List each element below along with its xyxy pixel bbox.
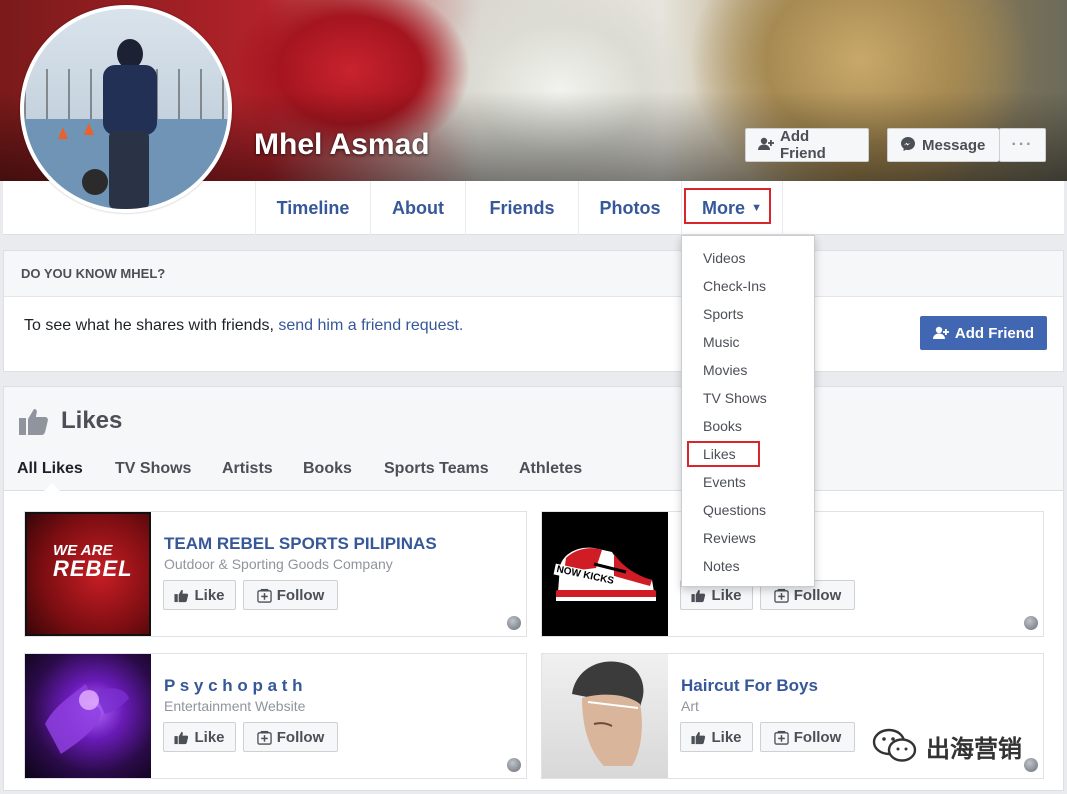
page-thumbnail[interactable] [542, 654, 668, 778]
page-category: Art [681, 698, 699, 714]
add-friend-button[interactable]: Add Friend [745, 128, 869, 162]
follow-icon [774, 730, 789, 745]
globe-icon [507, 616, 521, 630]
watermark-text: 出海营销 [926, 735, 1022, 763]
likes-tab-athletes[interactable]: Athletes [519, 460, 582, 478]
ellipsis-icon: ··· [1011, 136, 1034, 153]
menu-item-sports[interactable]: Sports [703, 306, 743, 322]
likes-tab-tv-shows[interactable]: TV Shows [115, 460, 191, 478]
likes-tab-books[interactable]: Books [303, 460, 352, 478]
thumbs-up-icon [174, 589, 189, 602]
add-friend-label: Add Friend [780, 128, 826, 162]
page-name[interactable]: TEAM REBEL SPORTS PILIPINAS [164, 534, 437, 554]
thumbs-up-icon [174, 731, 189, 744]
globe-icon [507, 758, 521, 772]
menu-item-questions[interactable]: Questions [703, 502, 766, 518]
page-thumbnail[interactable] [25, 654, 151, 778]
menu-item-check-ins[interactable]: Check-Ins [703, 278, 766, 294]
tab-friends[interactable]: Friends [465, 181, 578, 235]
page-thumbnail[interactable]: WE ARE REBEL [25, 512, 151, 636]
know-card: DO YOU KNOW MHEL? To see what he shares … [3, 250, 1064, 372]
tab-timeline[interactable]: Timeline [255, 181, 370, 235]
follow-button[interactable]: Follow [243, 722, 338, 752]
menu-item-reviews[interactable]: Reviews [703, 530, 756, 546]
likes-header: Likes All Likes TV Shows Artists Books S… [4, 387, 1063, 491]
message-label: Message [922, 136, 986, 154]
know-heading: DO YOU KNOW MHEL? [4, 251, 1063, 297]
menu-item-videos[interactable]: Videos [703, 250, 746, 266]
menu-item-movies[interactable]: Movies [703, 362, 747, 378]
globe-icon [1024, 758, 1038, 772]
likes-tab-all[interactable]: All Likes [17, 460, 83, 478]
thumbs-up-icon [691, 731, 706, 744]
page-name[interactable]: Haircut For Boys [681, 676, 818, 696]
like-card: P s y c h o p a t h Entertainment Websit… [24, 653, 527, 779]
wechat-icon [872, 728, 917, 762]
know-text: To see what he shares with friends, send… [24, 317, 463, 335]
menu-item-books[interactable]: Books [703, 418, 742, 434]
menu-item-events[interactable]: Events [703, 474, 746, 490]
likes-highlight-box [687, 441, 760, 467]
likes-title: Likes [61, 407, 123, 434]
profile-name[interactable]: Mhel Asmad [254, 128, 430, 162]
tab-about[interactable]: About [370, 181, 465, 235]
more-highlight-box [684, 188, 771, 224]
follow-button[interactable]: Follow [760, 722, 855, 752]
like-button[interactable]: Like [163, 580, 236, 610]
add-friend-icon [932, 326, 949, 339]
like-button[interactable]: Like [163, 722, 236, 752]
globe-icon [1024, 616, 1038, 630]
like-button[interactable]: Like [680, 722, 753, 752]
message-button[interactable]: Message [887, 128, 999, 162]
page-category: Outdoor & Sporting Goods Company [164, 556, 393, 572]
more-dropdown-menu: Videos Check-Ins Sports Music Movies TV … [681, 235, 815, 587]
likes-tab-sports-teams[interactable]: Sports Teams [384, 460, 489, 478]
likes-tab-artists[interactable]: Artists [222, 460, 273, 478]
page-category: Entertainment Website [164, 698, 306, 714]
active-tab-indicator [44, 483, 60, 491]
thumbnail-text: WE ARE REBEL [53, 542, 133, 581]
follow-button[interactable]: Follow [243, 580, 338, 610]
menu-item-tv-shows[interactable]: TV Shows [703, 390, 767, 406]
like-card: WE ARE REBEL TEAM REBEL SPORTS PILIPINAS… [24, 511, 527, 637]
add-friend-primary-button[interactable]: Add Friend [920, 316, 1047, 350]
thumbs-up-icon [691, 589, 706, 602]
menu-item-notes[interactable]: Notes [703, 558, 740, 574]
thumbs-up-icon [19, 409, 48, 435]
know-text-static: To see what he shares with friends, [24, 317, 279, 334]
messenger-icon [900, 136, 916, 155]
follow-icon [257, 730, 272, 745]
add-friend-primary-label: Add Friend [954, 324, 1035, 342]
wechat-watermark: 出海营销 [872, 728, 1022, 764]
tab-photos[interactable]: Photos [578, 181, 681, 235]
hands-image [45, 684, 129, 754]
page-name[interactable]: P s y c h o p a t h [164, 676, 303, 696]
add-friend-icon [758, 137, 774, 154]
friend-request-link[interactable]: send him a friend request. [278, 317, 463, 334]
follow-icon [774, 588, 789, 603]
profile-avatar[interactable] [20, 5, 232, 213]
page-thumbnail[interactable]: NOW KICKS [542, 512, 668, 636]
follow-icon [257, 588, 272, 603]
more-options-button[interactable]: ··· [999, 128, 1046, 162]
menu-item-music[interactable]: Music [703, 334, 740, 350]
haircut-image [572, 661, 644, 766]
